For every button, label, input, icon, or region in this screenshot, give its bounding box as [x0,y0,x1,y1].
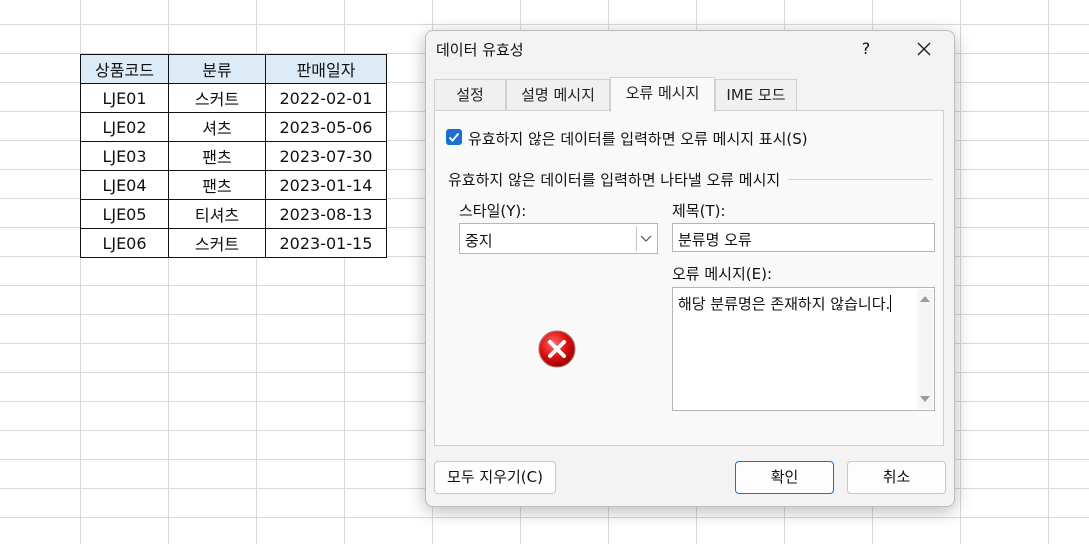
clear-all-button[interactable]: 모두 지우기(C) [434,461,556,494]
data-validation-dialog: 데이터 유효성 ? 설정 설명 메시지 오류 메시지 IME 모드 유효하지 않… [425,30,955,507]
ok-button[interactable]: 확인 [735,461,834,494]
dialog-titlebar[interactable]: 데이터 유효성 ? [426,31,954,67]
message-label: 오류 메시지(E): [672,265,773,283]
dialog-title: 데이터 유효성 [436,41,524,59]
data-table: 상품코드 분류 판매일자 LJE01 스커트 2022-02-01 LJE02 … [80,54,387,258]
tab-error-alert[interactable]: 오류 메시지 [610,77,715,112]
show-error-label[interactable]: 유효하지 않은 데이터를 입력하면 오류 메시지 표시(S) [468,128,808,149]
cancel-button[interactable]: 취소 [847,461,946,494]
close-button[interactable] [912,37,936,61]
cell-code[interactable]: LJE02 [80,112,169,142]
error-stop-icon [538,330,576,368]
cell-date[interactable]: 2023-01-14 [265,170,387,200]
style-select-value: 중지 [465,232,493,250]
cell-category[interactable]: 스커트 [168,228,266,258]
table-header-row: 상품코드 분류 판매일자 [80,54,387,84]
close-icon [917,42,931,56]
group-title: 유효하지 않은 데이터를 입력하면 나타낼 오류 메시지 [448,169,789,190]
cell-category[interactable]: 팬츠 [168,170,266,200]
cell-date[interactable]: 2023-05-06 [265,112,387,142]
header-category[interactable]: 분류 [168,54,266,84]
show-error-checkbox[interactable] [446,129,462,145]
dropdown-button[interactable] [636,226,655,251]
chevron-down-icon [640,235,652,242]
table-row: LJE02 셔츠 2023-05-06 [80,112,387,142]
header-product-code[interactable]: 상품코드 [80,54,169,84]
title-input[interactable]: 분류명 오류 [672,223,935,252]
title-input-value: 분류명 오류 [678,231,752,249]
checkmark-icon [448,132,460,142]
cell-date[interactable]: 2023-07-30 [265,141,387,171]
table-row: LJE05 티셔츠 2023-08-13 [80,199,387,229]
table-row: LJE04 팬츠 2023-01-14 [80,170,387,200]
cell-category[interactable]: 스커트 [168,83,266,113]
cell-category[interactable]: 팬츠 [168,141,266,171]
cell-category[interactable]: 셔츠 [168,112,266,142]
error-message-value: 해당 분류명은 존재하지 않습니다. [678,295,892,313]
error-alert-panel: 유효하지 않은 데이터를 입력하면 오류 메시지 표시(S) 유효하지 않은 데… [434,110,944,446]
cell-code[interactable]: LJE06 [80,228,169,258]
help-button[interactable]: ? [854,37,878,61]
table-row: LJE01 스커트 2022-02-01 [80,83,387,113]
table-row: LJE06 스커트 2023-01-15 [80,228,387,258]
cell-category[interactable]: 티셔츠 [168,199,266,229]
style-select[interactable]: 중지 [459,223,658,254]
tab-ime-mode[interactable]: IME 모드 [715,79,797,110]
cell-code[interactable]: LJE03 [80,141,169,171]
cell-date[interactable]: 2023-08-13 [265,199,387,229]
title-label: 제목(T): [672,202,726,220]
tab-input-message[interactable]: 설명 메시지 [506,79,610,110]
cell-code[interactable]: LJE01 [80,83,169,113]
cell-date[interactable]: 2022-02-01 [265,83,387,113]
textarea-scrollbar[interactable] [917,289,933,409]
table-row: LJE03 팬츠 2023-07-30 [80,141,387,171]
text-caret [890,295,892,312]
scroll-down-icon[interactable] [917,391,933,407]
style-label: 스타일(Y): [459,202,527,220]
cell-date[interactable]: 2023-01-15 [265,228,387,258]
error-message-textarea[interactable]: 해당 분류명은 존재하지 않습니다. [672,287,935,411]
header-sale-date[interactable]: 판매일자 [265,54,387,84]
cell-code[interactable]: LJE05 [80,199,169,229]
tab-settings[interactable]: 설정 [434,79,506,110]
scroll-up-icon[interactable] [917,291,933,307]
cell-code[interactable]: LJE04 [80,170,169,200]
